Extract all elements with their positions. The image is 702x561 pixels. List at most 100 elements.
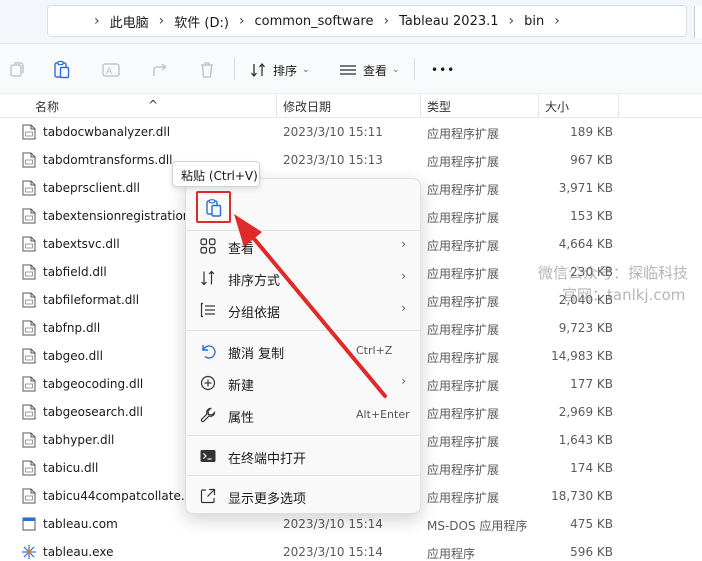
- dll-icon: [22, 292, 36, 308]
- breadcrumb-chevron-icon[interactable]: ›: [239, 13, 245, 29]
- menu-item-label: 属性: [228, 411, 255, 426]
- chevron-right-icon: ›: [401, 301, 406, 315]
- dll-icon: [22, 208, 36, 224]
- file-type: MS-DOS 应用程序: [427, 519, 528, 533]
- file-type: 应用程序: [427, 547, 476, 561]
- terminal-icon: [200, 450, 216, 462]
- file-name: tableau.com: [43, 517, 118, 531]
- watermark-line-1: 微信公众号：探临科技: [538, 264, 689, 282]
- dll-icon: [22, 264, 36, 280]
- file-size: 967 KB: [570, 153, 613, 167]
- breadcrumb-chevron-icon[interactable]: ›: [159, 13, 165, 29]
- menu-item-show-more-options[interactable]: 显示更多选项: [186, 481, 422, 511]
- file-type: 应用程序扩展: [427, 267, 500, 281]
- menu-item-view[interactable]: 查看 ›: [186, 231, 422, 261]
- dll-icon: [22, 124, 36, 140]
- file-type: 应用程序扩展: [427, 463, 500, 477]
- sort-button[interactable]: 排序 ⌄: [250, 58, 310, 82]
- column-size[interactable]: 大小: [545, 98, 569, 115]
- menu-item-new[interactable]: 新建 ›: [186, 368, 422, 398]
- file-size: 1,643 KB: [558, 433, 613, 447]
- file-row[interactable]: tabdocwbanalyzer.dll 2023/3/10 15:11 应用程序扩…: [0, 118, 702, 146]
- grid-icon: [200, 238, 216, 254]
- file-name: tabgeosearch.dll: [43, 405, 143, 419]
- copy-icon[interactable]: [6, 60, 26, 80]
- breadcrumb-bin[interactable]: bin: [524, 14, 544, 29]
- file-type: 应用程序扩展: [427, 351, 500, 365]
- file-name: tabeprsclient.dll: [43, 181, 140, 195]
- menu-divider: [187, 330, 421, 331]
- delete-icon[interactable]: [197, 60, 217, 80]
- file-type: 应用程序扩展: [427, 407, 500, 421]
- breadcrumb-chevron-icon[interactable]: ›: [94, 13, 100, 29]
- sort-icon: [201, 270, 215, 286]
- address-bar[interactable]: › 此电脑 › 软件 (D:) › common_software › Tabl…: [47, 5, 687, 37]
- dll-icon: [22, 152, 36, 168]
- breadcrumb-tableau[interactable]: Tableau 2023.1: [399, 14, 498, 29]
- breadcrumb-drive-d[interactable]: 软件 (D:): [174, 12, 229, 31]
- context-menu: 查看 › 排序方式 › 分组依据 › 撤消 复制 Ctrl+Z 新建 › 属性 …: [185, 178, 421, 514]
- column-divider[interactable]: [276, 94, 277, 118]
- file-name: tabhyper.dll: [43, 433, 115, 447]
- menu-item-properties[interactable]: 属性 Alt+Enter: [186, 400, 422, 430]
- column-name[interactable]: 名称: [35, 98, 59, 115]
- file-type: 应用程序扩展: [427, 127, 500, 141]
- undo-icon: [202, 345, 216, 359]
- file-size: 14,983 KB: [551, 349, 613, 363]
- breadcrumb-common-software[interactable]: common_software: [255, 14, 374, 29]
- breadcrumb-chevron-icon[interactable]: ›: [554, 13, 560, 29]
- menu-item-label: 在终端中打开: [228, 452, 307, 467]
- dll-icon: [22, 404, 36, 420]
- file-name: tabdocwbanalyzer.dll: [43, 125, 171, 139]
- rename-icon[interactable]: A: [101, 60, 121, 80]
- file-row[interactable]: tabdomtransforms.dll 2023/3/10 15:13 应用程序扩…: [0, 146, 702, 174]
- menu-item-label: 分组依据: [228, 306, 281, 321]
- column-type[interactable]: 类型: [427, 98, 451, 115]
- more-options-button[interactable]: •••: [431, 58, 455, 82]
- breadcrumb-chevron-icon[interactable]: ›: [383, 13, 389, 29]
- chevron-right-icon: ›: [401, 374, 406, 388]
- menu-item-undo-copy[interactable]: 撤消 复制 Ctrl+Z: [186, 336, 422, 366]
- exe-icon: [22, 544, 36, 560]
- file-date: 2023/3/10 15:13: [283, 153, 383, 167]
- menu-item-open-in-terminal[interactable]: 在终端中打开: [186, 441, 422, 471]
- file-size: 174 KB: [570, 461, 613, 475]
- group-icon: [200, 302, 215, 318]
- paste-icon[interactable]: [52, 60, 72, 80]
- file-type: 应用程序扩展: [427, 323, 500, 337]
- dll-icon: [22, 488, 36, 504]
- column-divider[interactable]: [420, 94, 421, 118]
- view-button[interactable]: 查看 ⌄: [339, 58, 400, 82]
- column-date[interactable]: 修改日期: [283, 98, 331, 115]
- breadcrumb-chevron-icon[interactable]: ›: [509, 13, 515, 29]
- file-date: 2023/3/10 15:14: [283, 545, 383, 559]
- column-divider[interactable]: [538, 94, 539, 118]
- file-row[interactable]: tableau.com 2023/3/10 15:14 MS-DOS 应用程序 475…: [0, 510, 702, 538]
- column-divider[interactable]: [618, 94, 619, 118]
- paste-icon: [206, 199, 222, 217]
- file-row[interactable]: tableau.exe 2023/3/10 15:14 应用程序 596 KB: [0, 538, 702, 561]
- chevron-down-icon: ⌄: [302, 65, 310, 75]
- menu-item-label: 查看: [228, 242, 255, 257]
- file-name: tabicu.dll: [43, 461, 99, 475]
- menu-item-sort-by[interactable]: 排序方式 ›: [186, 263, 422, 293]
- menu-divider: [187, 435, 421, 436]
- breadcrumb-this-pc[interactable]: 此电脑: [110, 12, 149, 31]
- paste-tooltip: 粘贴 (Ctrl+V): [172, 161, 260, 187]
- share-icon: [200, 488, 216, 504]
- file-name: tabicu44compatcollate.d: [43, 489, 193, 503]
- paste-menu-button[interactable]: [196, 191, 231, 223]
- search-box-edge[interactable]: [694, 6, 702, 38]
- file-size: 9,723 KB: [558, 321, 613, 335]
- menu-item-group-by[interactable]: 分组依据 ›: [186, 295, 422, 325]
- menu-item-label: 撤消 复制: [228, 347, 285, 362]
- dll-icon: [22, 376, 36, 392]
- chevron-down-icon: ⌄: [392, 65, 400, 75]
- file-date: 2023/3/10 15:11: [283, 125, 383, 139]
- share-icon[interactable]: [150, 60, 170, 80]
- toolbar-divider: [414, 58, 415, 80]
- file-type: 应用程序扩展: [427, 435, 500, 449]
- dll-icon: [22, 432, 36, 448]
- file-size: 3,971 KB: [558, 181, 613, 195]
- file-name: tabgeo.dll: [43, 349, 103, 363]
